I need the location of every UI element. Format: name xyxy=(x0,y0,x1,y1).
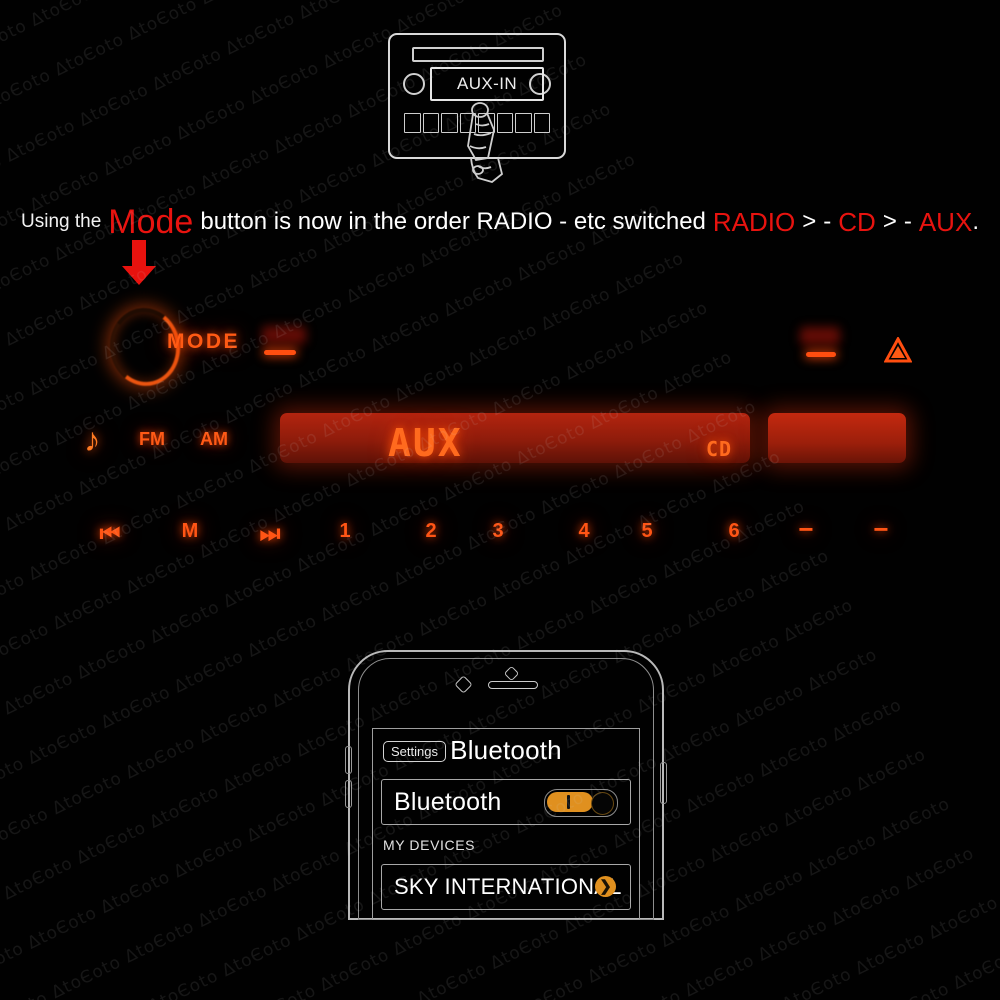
phone-screen: Settings Bluetooth Bluetooth MY DEVICES … xyxy=(372,728,640,920)
display-text-cd: CD xyxy=(706,437,733,461)
preset-button[interactable]: ⏮ xyxy=(100,520,121,547)
toggle-knob[interactable] xyxy=(591,792,614,815)
display-panel-main xyxy=(280,413,750,463)
preset-button[interactable]: 3 xyxy=(492,520,503,543)
indicator-fm: FM xyxy=(139,429,165,449)
red-down-arrow-icon xyxy=(122,240,156,285)
music-note-icon: ♪ xyxy=(84,421,101,458)
preset-button[interactable]: 5 xyxy=(641,520,652,543)
caption-dash1: - xyxy=(823,208,832,235)
preset-button[interactable]: 2 xyxy=(425,520,436,543)
lineart-cd-slot xyxy=(412,47,544,62)
phone-mockup: Settings Bluetooth Bluetooth MY DEVICES … xyxy=(345,650,667,920)
bluetooth-toggle-switch[interactable] xyxy=(544,789,618,817)
dim-glow-right xyxy=(800,327,840,345)
phone-earpiece-speaker xyxy=(488,681,538,689)
caption-part2: button is now in the order RADIO - etc s… xyxy=(200,208,706,235)
device-list-item[interactable]: SKY INTERNATIONAL ❯ xyxy=(381,864,631,910)
lineart-screen-label: AUX-IN xyxy=(430,67,544,101)
preset-button[interactable]: ⏭ xyxy=(260,520,281,547)
caption-line: Using the Mode button is now in the orde… xyxy=(0,198,1000,246)
caption-dash2: - xyxy=(903,208,912,235)
hazard-triangle-icon[interactable] xyxy=(884,337,912,363)
dim-dash-right[interactable] xyxy=(806,352,836,357)
caption-aux: AUX xyxy=(918,206,973,237)
phone-volume-up-button[interactable] xyxy=(345,746,352,774)
caption-cd: CD xyxy=(838,206,876,237)
bluetooth-toggle-row[interactable]: Bluetooth xyxy=(381,779,631,825)
chevron-glyph: ❯ xyxy=(599,878,612,895)
display-panel-side xyxy=(768,413,906,463)
section-header-my-devices: MY DEVICES xyxy=(383,837,476,853)
screenshot-root: AUX-IN Using the Mode button is now in t… xyxy=(0,0,1000,1000)
phone-volume-down-button[interactable] xyxy=(345,780,352,808)
lineart-key xyxy=(404,113,421,133)
caption-gt2: > xyxy=(882,208,897,235)
toggle-fill xyxy=(547,792,593,812)
preset-button[interactable]: M xyxy=(182,520,199,543)
caption-gt1: > xyxy=(802,208,817,235)
preset-button[interactable]: 4 xyxy=(578,520,589,543)
dim-dash-left[interactable] xyxy=(264,350,296,355)
pointing-hand-icon xyxy=(467,102,504,183)
preset-button-row: ⏮ M ⏭ 1 2 3 4 5 6 − − xyxy=(0,516,1000,564)
lineart-key xyxy=(422,113,439,133)
chevron-right-icon[interactable]: ❯ xyxy=(595,876,616,897)
dim-glow-left xyxy=(262,326,306,344)
display-text-main: AUX xyxy=(388,421,463,465)
caption-period: . xyxy=(972,208,979,235)
lineart-key xyxy=(533,113,550,133)
lineart-key xyxy=(441,113,458,133)
phone-power-button[interactable] xyxy=(660,762,667,804)
preset-button[interactable]: − xyxy=(873,516,888,542)
page-title: Bluetooth xyxy=(450,735,562,765)
device-name-label: SKY INTERNATIONAL xyxy=(394,874,622,899)
caption-radio: RADIO xyxy=(712,206,796,237)
indicator-am: AM xyxy=(200,429,228,449)
toggle-bar xyxy=(567,795,570,809)
preset-button[interactable]: − xyxy=(798,516,813,542)
caption-part1: Using the xyxy=(21,211,102,232)
preset-button[interactable]: 1 xyxy=(339,520,350,543)
mode-button-label[interactable]: MODE xyxy=(167,330,240,354)
phone-nav-bar: Settings Bluetooth xyxy=(373,729,639,775)
bluetooth-row-label: Bluetooth xyxy=(394,787,502,816)
caption-mode-word: Mode xyxy=(108,202,194,241)
preset-button[interactable]: 6 xyxy=(728,520,739,543)
lineart-knob-left xyxy=(403,73,425,95)
